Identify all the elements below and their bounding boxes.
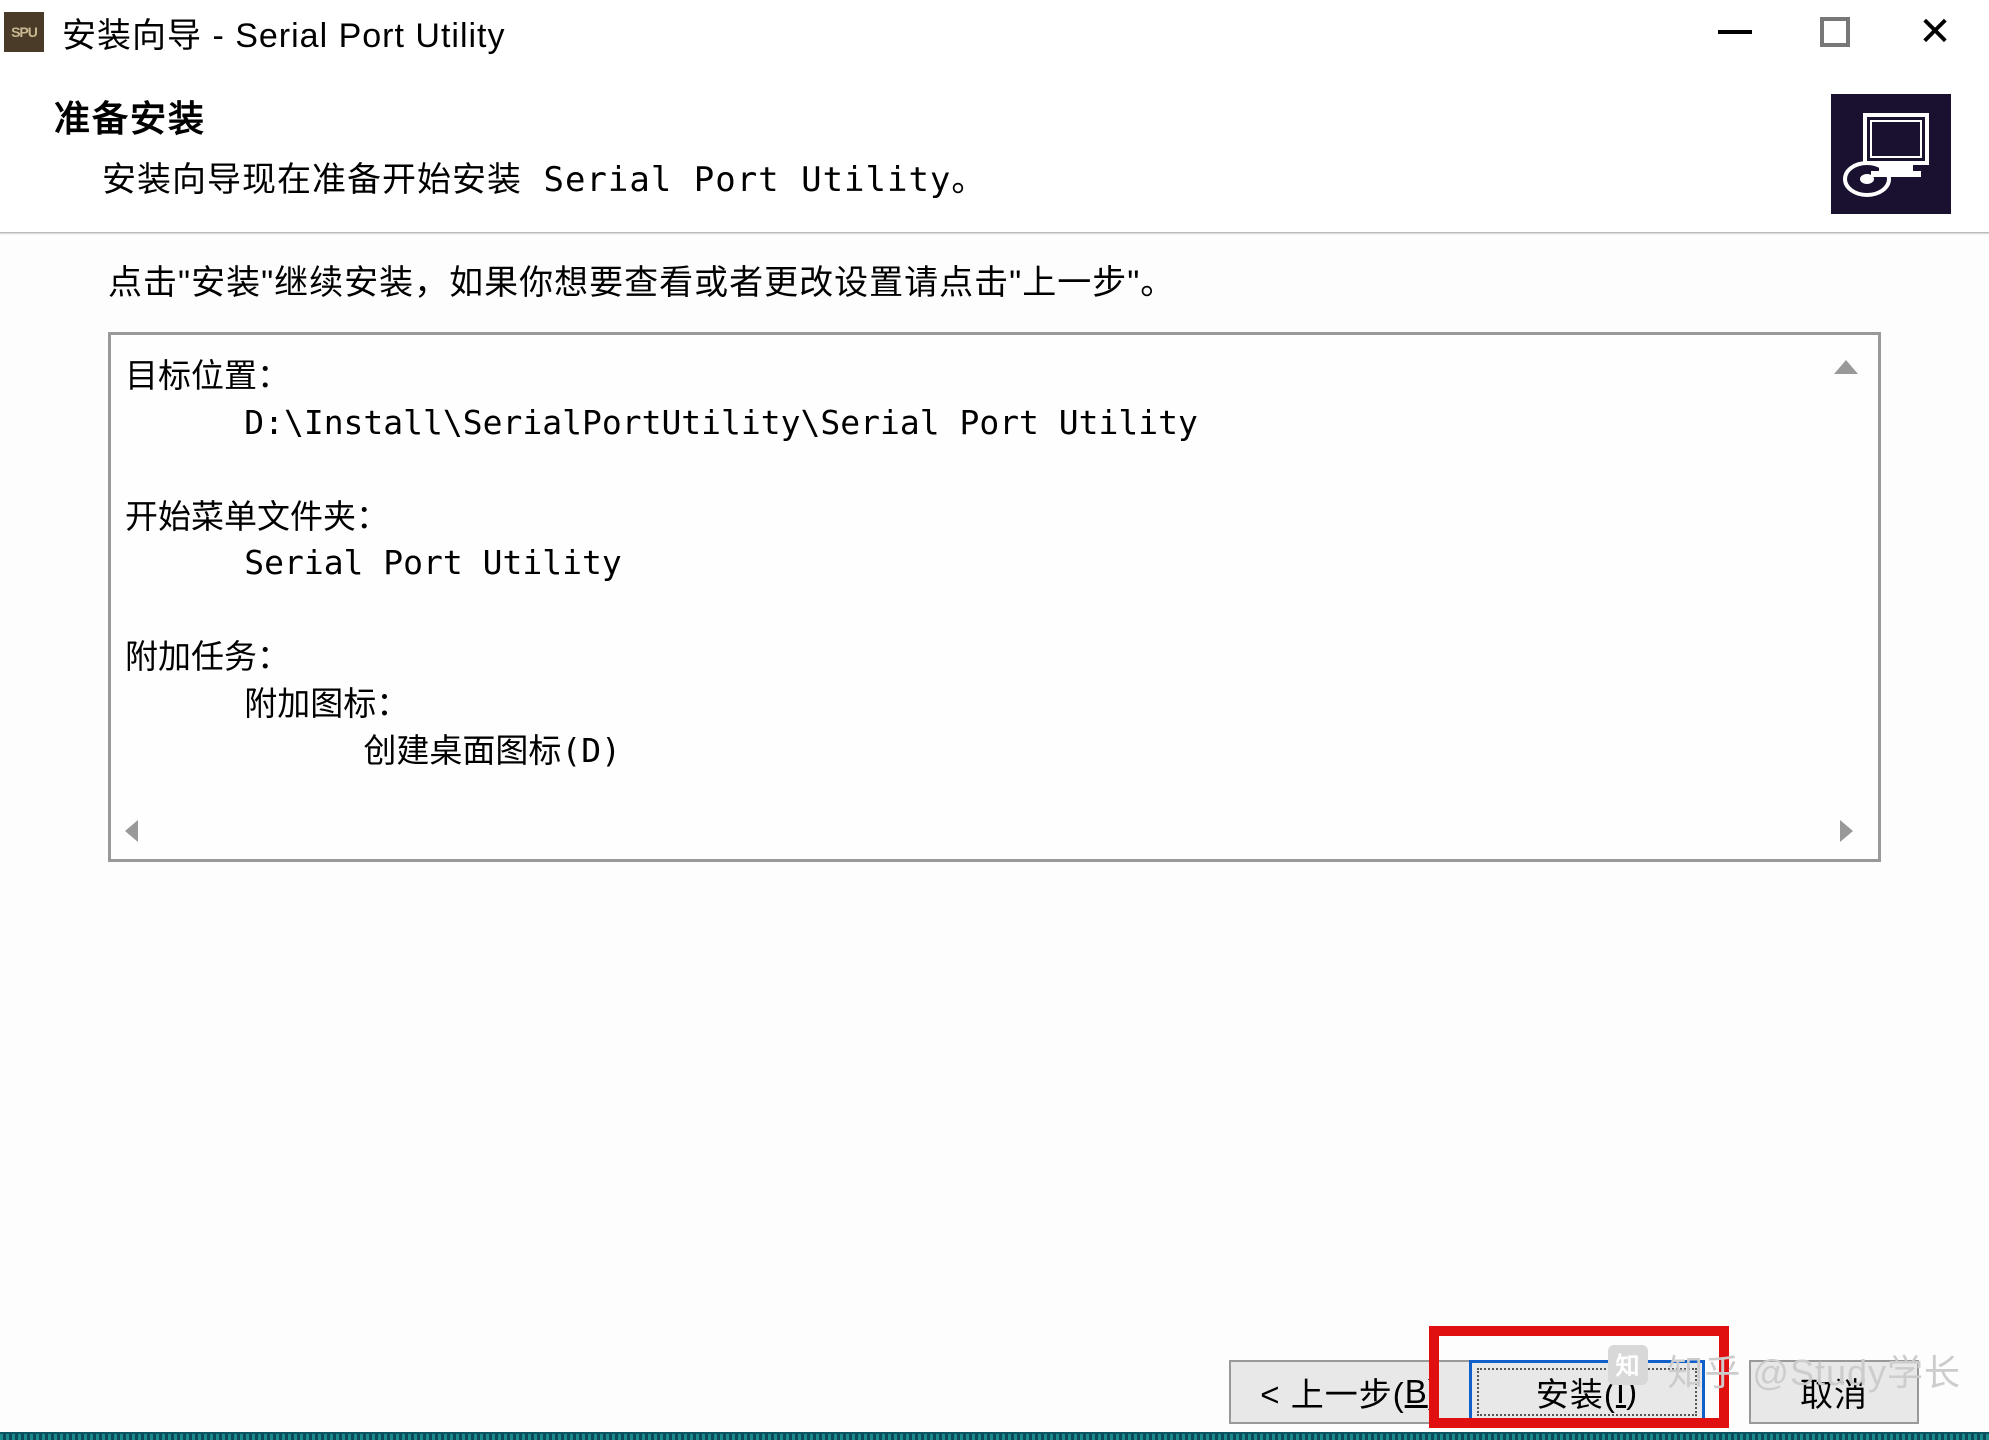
page-title: 准备安装 [54, 90, 1831, 142]
install-button-suffix: ) [1626, 1373, 1638, 1411]
close-icon: ✕ [1918, 9, 1952, 55]
minimize-icon [1718, 30, 1752, 34]
header-area: 准备安装 安装向导现在准备开始安装 Serial Port Utility。 [0, 64, 1989, 232]
scroll-up-icon[interactable] [1828, 349, 1864, 385]
additional-icons-label: 附加图标： [244, 684, 409, 723]
scroll-right-icon[interactable] [1840, 820, 1864, 844]
maximize-button[interactable] [1785, 0, 1885, 64]
install-button-prefix: 安装( [1536, 1368, 1616, 1416]
bottom-border [0, 1432, 1989, 1440]
titlebar: SPU 安装向导 - Serial Port Utility ✕ [0, 0, 1989, 64]
app-icon: SPU [4, 12, 44, 52]
body-area: 点击"安装"继续安装，如果你想要查看或者更改设置请点击"上一步"。 目标位置： … [0, 235, 1989, 1310]
app-icon-text: SPU [11, 24, 37, 40]
computer-disc-icon [1841, 109, 1941, 199]
cancel-button[interactable]: 取消 [1749, 1360, 1919, 1424]
installer-window: SPU 安装向导 - Serial Port Utility ✕ 准备安装 安装… [0, 0, 1989, 1440]
create-desktop-icon: 创建桌面图标(D) [363, 731, 621, 770]
page-subtitle: 安装向导现在准备开始安装 Serial Port Utility。 [54, 152, 1831, 201]
install-button-hotkey: I [1616, 1373, 1626, 1411]
horizontal-scrollbar[interactable] [125, 817, 1864, 847]
summary-box[interactable]: 目标位置： D:\Install\SerialPortUtility\Seria… [108, 332, 1881, 862]
start-menu-label: 开始菜单文件夹： [125, 497, 389, 536]
window-title: 安装向导 - Serial Port Utility [62, 8, 1685, 57]
install-button[interactable]: 安装(I) [1469, 1360, 1705, 1424]
additional-tasks-label: 附加任务： [125, 637, 290, 676]
summary-content: 目标位置： D:\Install\SerialPortUtility\Seria… [125, 353, 1878, 775]
minimize-button[interactable] [1685, 0, 1785, 64]
maximize-icon [1820, 17, 1850, 47]
back-button-hotkey: B [1405, 1373, 1428, 1411]
back-button-suffix: ) [1428, 1373, 1440, 1411]
target-location-label: 目标位置： [125, 356, 290, 395]
close-button[interactable]: ✕ [1885, 0, 1985, 64]
cancel-button-label: 取消 [1800, 1368, 1868, 1416]
window-controls: ✕ [1685, 0, 1985, 64]
start-menu-value: Serial Port Utility [244, 543, 622, 582]
header-text: 准备安装 安装向导现在准备开始安装 Serial Port Utility。 [54, 90, 1831, 201]
target-location-value: D:\Install\SerialPortUtility\Serial Port… [244, 403, 1198, 442]
instruction-text: 点击"安装"继续安装，如果你想要查看或者更改设置请点击"上一步"。 [108, 255, 1881, 304]
back-button[interactable]: < 上一步(B) [1229, 1360, 1469, 1424]
installer-icon [1831, 94, 1951, 214]
back-button-prefix: < 上一步( [1260, 1368, 1404, 1416]
scroll-left-icon[interactable] [125, 820, 149, 844]
button-area: < 上一步(B) 安装(I) 取消 [0, 1310, 1989, 1440]
